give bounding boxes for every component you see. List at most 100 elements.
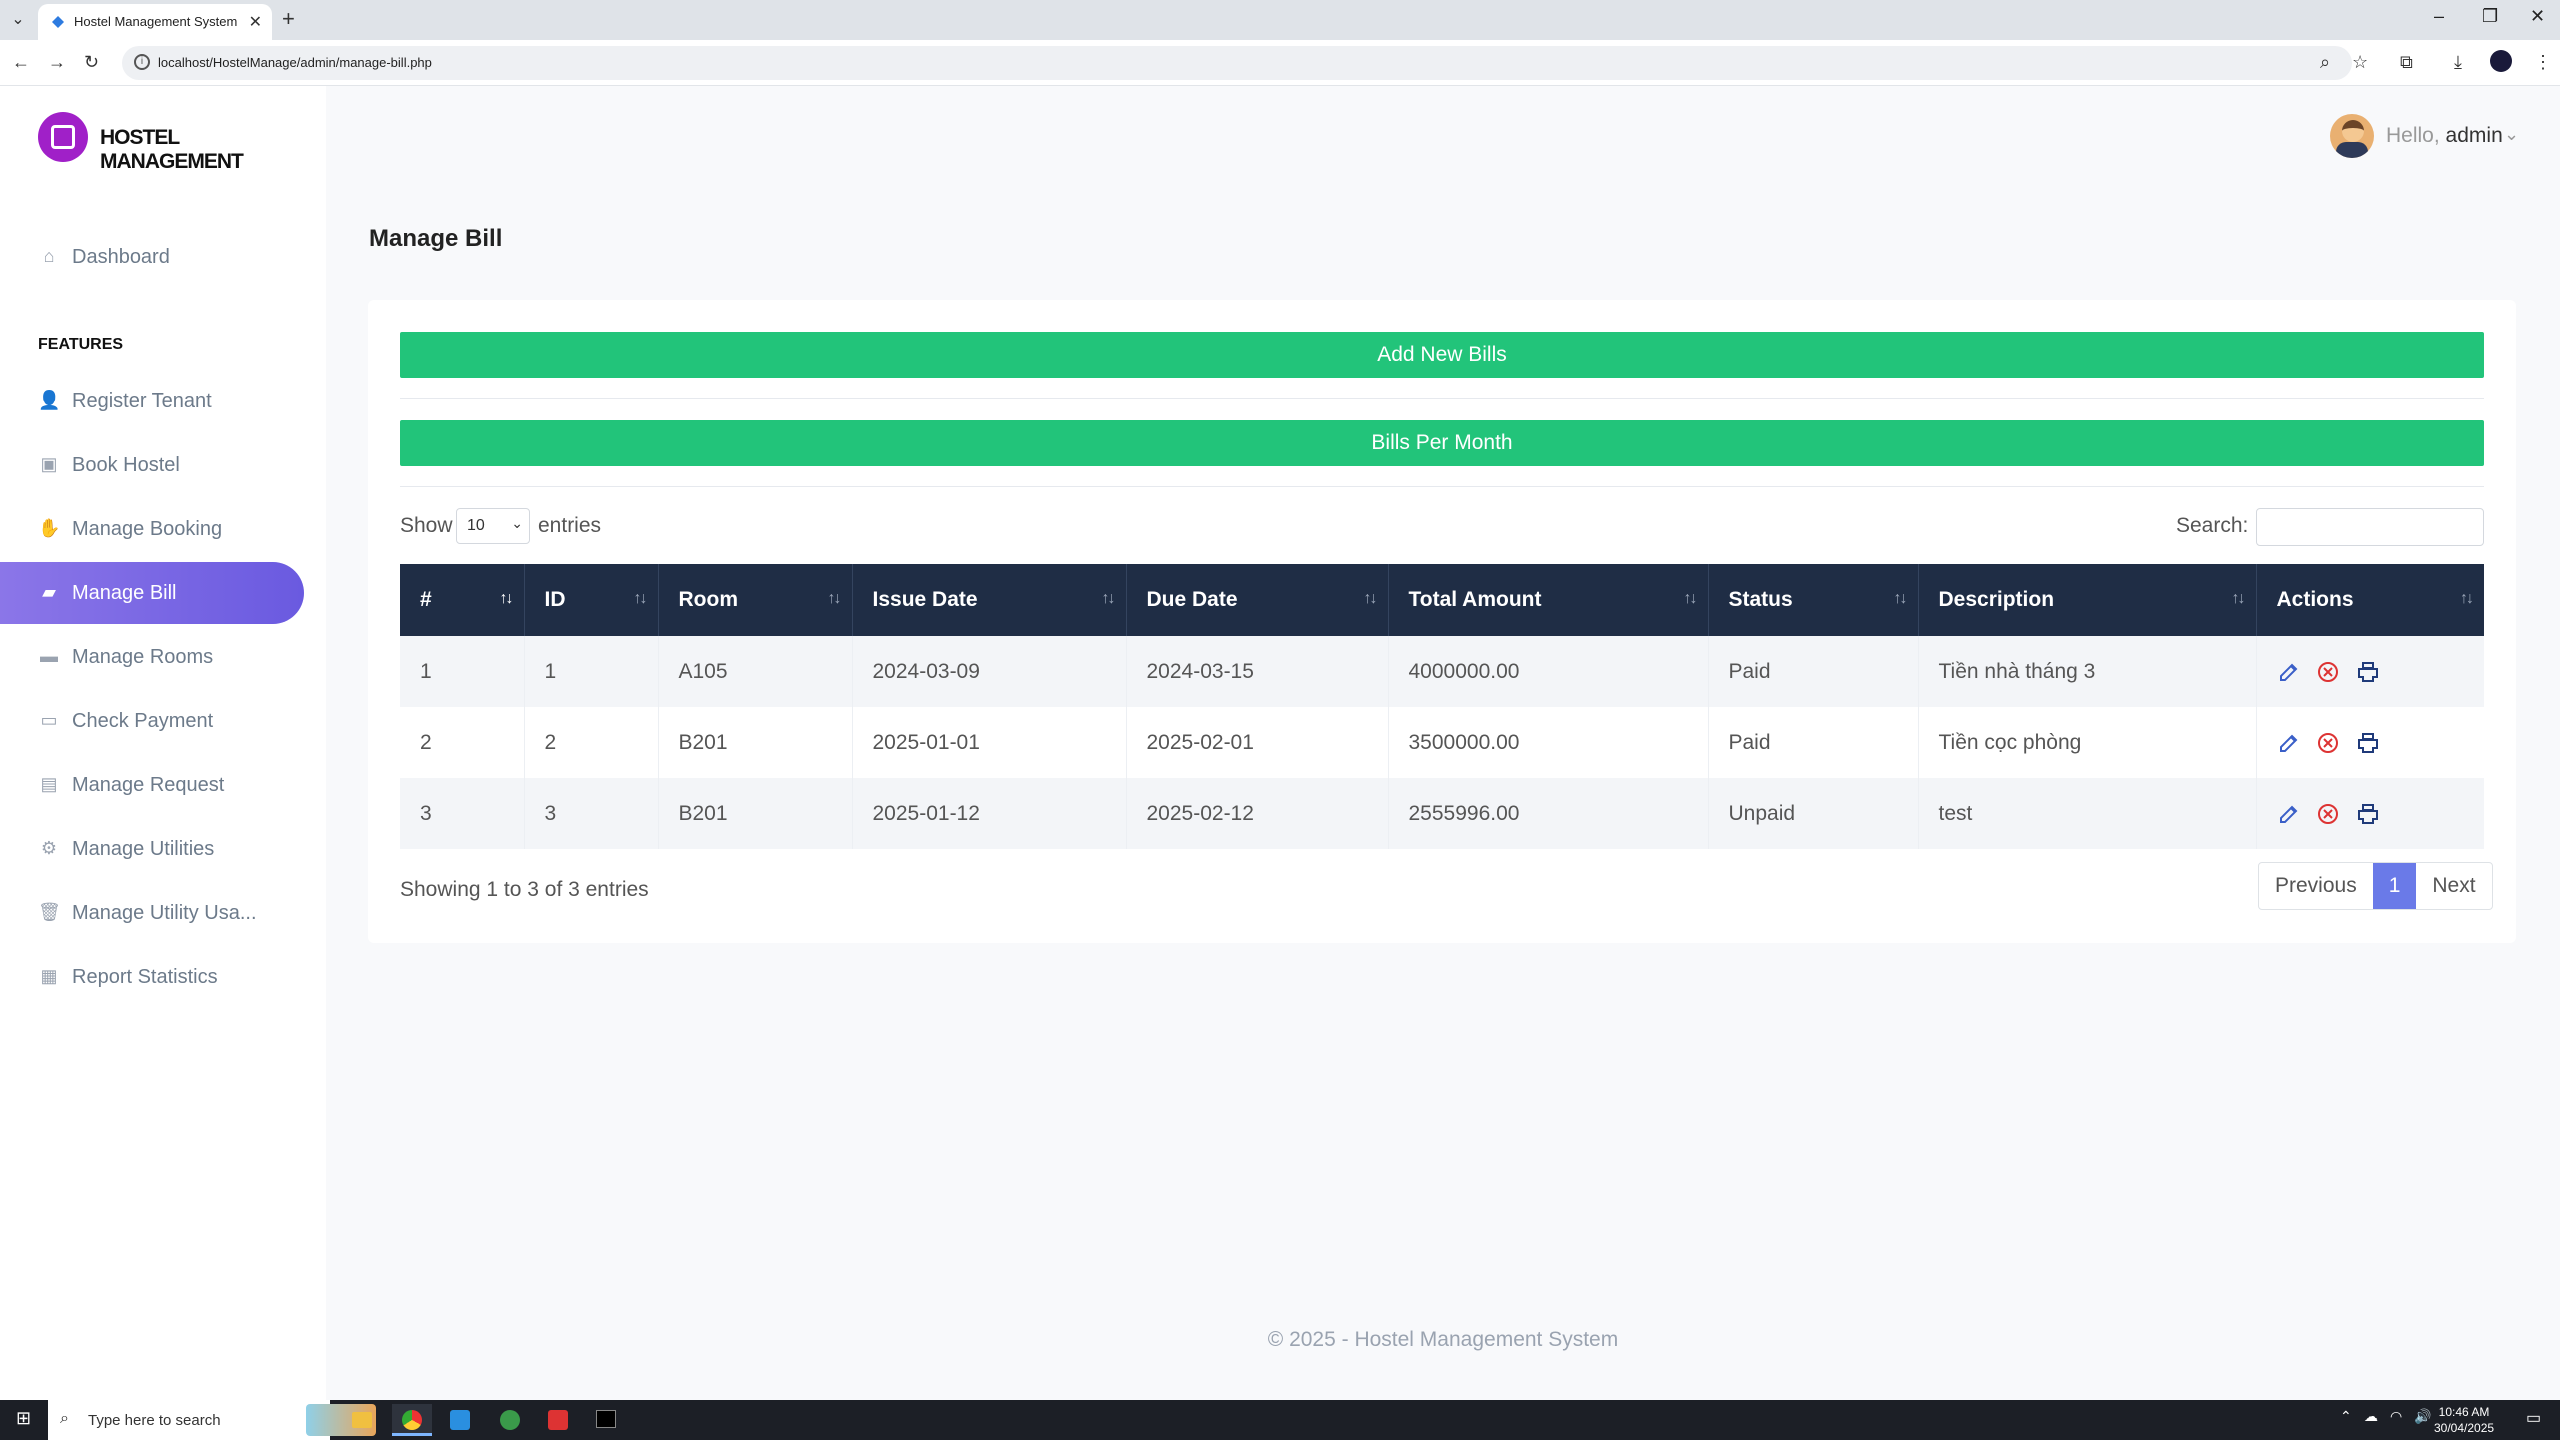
- column-header-status[interactable]: Status ↑↓: [1708, 564, 1919, 636]
- print-icon[interactable]: [2356, 660, 2380, 684]
- cell-actions: [2256, 778, 2484, 849]
- edit-icon[interactable]: [2277, 802, 2301, 826]
- delete-icon[interactable]: [2316, 660, 2340, 684]
- table-header-row: # ↑↓ ID ↑↓ Room ↑↓ Issue Date ↑↓ Due Date ↑↓ …: [400, 564, 2484, 636]
- chrome-icon[interactable]: [392, 1404, 432, 1436]
- browser-tab[interactable]: Hostel Management System ✕: [38, 4, 272, 40]
- download-icon[interactable]: ⤓: [2454, 52, 2462, 73]
- sidebar-item-manage-request[interactable]: ▤ Manage Request: [0, 754, 304, 816]
- sidebar-item-label: Manage Request: [72, 774, 225, 796]
- heidisql-icon[interactable]: [490, 1404, 530, 1436]
- zoom-icon[interactable]: ⌕: [2320, 52, 2330, 73]
- terminal-icon[interactable]: [586, 1404, 626, 1436]
- sidebar-item-manage-bill[interactable]: ▰ Manage Bill: [0, 562, 304, 624]
- volume-icon[interactable]: 🔊: [2414, 1408, 2431, 1425]
- close-tab-icon[interactable]: ✕: [249, 12, 262, 32]
- clock-date: 30/04/2025: [2434, 1421, 2495, 1435]
- chevron-down-icon[interactable]: ⌄: [2504, 124, 2519, 145]
- notification-icon[interactable]: ▭: [2526, 1408, 2541, 1428]
- bills-table: # ↑↓ ID ↑↓ Room ↑↓ Issue Date ↑↓ Due Date ↑↓ …: [400, 564, 2484, 849]
- column-header-due-date[interactable]: Due Date ↑↓: [1126, 564, 1389, 636]
- sort-asc-icon: ↑↓: [499, 590, 514, 607]
- logo-icon[interactable]: [38, 112, 88, 162]
- book-icon: ▣: [40, 454, 58, 474]
- cell-room: B201: [658, 778, 853, 849]
- cell-status: Paid: [1708, 707, 1919, 778]
- entries-select[interactable]: 10 ⌄: [456, 508, 530, 544]
- taskbar-search-input[interactable]: ⌕ Type here to search: [48, 1400, 376, 1440]
- sidebar-item-register-tenant[interactable]: 👤 Register Tenant: [0, 370, 304, 432]
- file-explorer-icon[interactable]: [342, 1404, 382, 1436]
- column-header-actions[interactable]: Actions ↑↓: [2256, 564, 2484, 636]
- calculator-icon: ▦: [40, 966, 58, 986]
- column-header-id[interactable]: ID ↑↓: [524, 564, 659, 636]
- extensions-icon[interactable]: ⧉: [2400, 52, 2413, 73]
- browser-toolbar: ← → ↻ i localhost/HostelManage/admin/man…: [0, 40, 2560, 86]
- address-bar[interactable]: i localhost/HostelManage/admin/manage-bi…: [122, 46, 2352, 80]
- pagination-info: Showing 1 to 3 of 3 entries: [400, 878, 649, 901]
- sidebar-item-manage-utilities[interactable]: ⚙ Manage Utilities: [0, 818, 304, 880]
- column-header-room[interactable]: Room ↑↓: [658, 564, 853, 636]
- windows-start-icon[interactable]: ⊞: [16, 1408, 31, 1429]
- sidebar-item-book-hostel[interactable]: ▣ Book Hostel: [0, 434, 304, 496]
- reload-icon[interactable]: ↻: [84, 52, 99, 73]
- search-input[interactable]: [2256, 508, 2484, 546]
- restore-icon[interactable]: ❐: [2482, 6, 2498, 27]
- brand-name[interactable]: HOSTEL MANAGEMENT: [100, 126, 326, 174]
- bills-per-month-button[interactable]: Bills Per Month: [400, 420, 2484, 466]
- taskbar-clock[interactable]: 10:46 AM 30/04/2025: [2434, 1404, 2494, 1436]
- browser-menu-icon[interactable]: ⋮: [2534, 52, 2552, 73]
- close-window-icon[interactable]: ✕: [2530, 6, 2545, 27]
- edit-icon[interactable]: [2277, 731, 2301, 755]
- sidebar-item-dashboard[interactable]: ⌂ Dashboard: [0, 226, 304, 288]
- sort-icon: ↑↓: [827, 590, 842, 607]
- column-header-issue-date[interactable]: Issue Date ↑↓: [852, 564, 1127, 636]
- sidebar-item-manage-utility-usage[interactable]: 🗑 Manage Utility Usa...: [0, 882, 304, 944]
- cell-number: 2: [400, 707, 525, 778]
- table-row: 3 3 B201 2025-01-12 2025-02-12 2555996.0…: [400, 778, 2484, 849]
- cell-issue-date: 2025-01-12: [852, 778, 1127, 849]
- cloud-icon[interactable]: ☁: [2364, 1408, 2378, 1425]
- tab-search-chevron-icon[interactable]: ⌄: [6, 8, 30, 32]
- delete-icon[interactable]: [2316, 731, 2340, 755]
- cell-room: B201: [658, 707, 853, 778]
- recorder-icon[interactable]: [538, 1404, 578, 1436]
- vscode-icon[interactable]: [440, 1404, 480, 1436]
- tab-title: Hostel Management System: [74, 14, 238, 29]
- site-info-icon[interactable]: i: [134, 54, 150, 70]
- pagination: Previous 1 Next: [2258, 862, 2493, 910]
- sidebar-item-label: Register Tenant: [72, 390, 212, 412]
- next-page-button[interactable]: Next: [2416, 863, 2491, 909]
- print-icon[interactable]: [2356, 731, 2380, 755]
- wifi-icon[interactable]: ◠: [2390, 1408, 2402, 1425]
- page-1-button[interactable]: 1: [2372, 863, 2417, 909]
- sidebar-item-check-payment[interactable]: ▭ Check Payment: [0, 690, 304, 752]
- previous-page-button[interactable]: Previous: [2259, 863, 2373, 909]
- new-tab-icon[interactable]: +: [282, 6, 295, 32]
- column-header-number[interactable]: # ↑↓: [400, 564, 525, 636]
- bill-card: Add New Bills Bills Per Month Show 10 ⌄ …: [368, 300, 2516, 943]
- sidebar-item-report-statistics[interactable]: ▦ Report Statistics: [0, 946, 304, 1008]
- edit-icon[interactable]: [2277, 660, 2301, 684]
- delete-icon[interactable]: [2316, 802, 2340, 826]
- column-header-description[interactable]: Description ↑↓: [1918, 564, 2257, 636]
- cell-total-amount: 4000000.00: [1388, 636, 1709, 707]
- cell-actions: [2256, 707, 2484, 778]
- minimize-icon[interactable]: –: [2434, 6, 2444, 27]
- profile-icon[interactable]: [2490, 50, 2512, 72]
- column-header-total-amount[interactable]: Total Amount ↑↓: [1388, 564, 1709, 636]
- tray-chevron-icon[interactable]: ⌃: [2340, 1408, 2352, 1425]
- avatar[interactable]: [2330, 114, 2374, 158]
- back-icon[interactable]: ←: [12, 52, 30, 73]
- cell-description: Tiền cọc phòng: [1918, 707, 2257, 778]
- search-label: Search:: [2176, 514, 2249, 537]
- forward-icon[interactable]: →: [48, 52, 66, 73]
- entries-label: entries: [538, 514, 602, 537]
- bookmark-star-icon[interactable]: ☆: [2352, 52, 2368, 73]
- print-icon[interactable]: [2356, 802, 2380, 826]
- sort-icon: ↑↓: [2231, 590, 2246, 607]
- sidebar-item-manage-booking[interactable]: ✋ Manage Booking: [0, 498, 304, 560]
- sidebar-item-manage-rooms[interactable]: ▬ Manage Rooms: [0, 626, 304, 688]
- add-new-bills-button[interactable]: Add New Bills: [400, 332, 2484, 378]
- user-greeting[interactable]: Hello, admin: [2386, 124, 2503, 148]
